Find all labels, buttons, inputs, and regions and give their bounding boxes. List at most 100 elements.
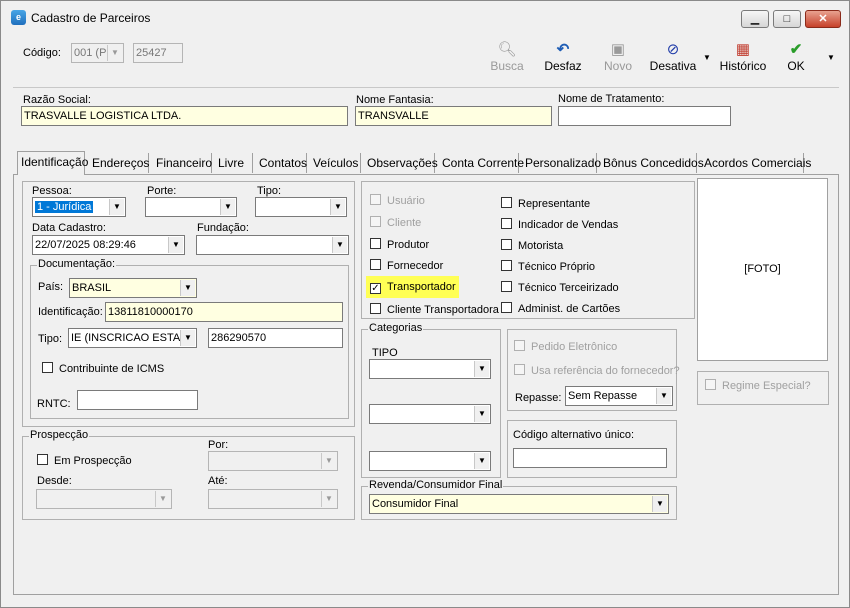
nome-tratamento-input[interactable] [558,106,731,126]
historico-button[interactable]: ▦ Histórico [719,41,767,73]
tab-livre[interactable]: Livre [215,153,253,173]
maximize-button[interactable]: □ [773,10,801,28]
data-cadastro-value: 22/07/2025 08:29:46 [35,239,136,251]
tecnico-proprio-label: Técnico Próprio [518,261,596,273]
minimize-button[interactable]: ▁ [741,10,769,28]
desfaz-label: Desfaz [544,59,582,73]
pedido-eletronico-checkbox[interactable]: Pedido Eletrônico [514,340,617,353]
chevron-down-icon: ▼ [168,237,183,253]
categoria-3-select[interactable]: ▼ [369,451,491,471]
checkbox-icon [370,303,381,314]
window-title: Cadastro de Parceiros [31,11,151,25]
pessoa-select-value: 1 - Jurídica [35,201,94,213]
ok-dropdown-icon[interactable]: ▼ [827,53,835,62]
administ-cartoes-checkbox[interactable]: Administ. de Cartões [501,302,620,315]
revenda-title: Revenda/Consumidor Final [368,479,504,491]
tab-contatos[interactable]: Contatos [256,153,307,173]
chevron-down-icon: ▼ [180,280,195,296]
checkmark-icon: ✔ [789,41,803,58]
desde-label: Desde: [37,475,72,487]
tab-identificacao[interactable]: Identificação [17,151,88,175]
indicador-vendas-checkbox[interactable]: Indicador de Vendas [501,218,618,231]
usuario-label: Usuário [387,195,425,207]
representante-label: Representante [518,198,591,210]
undo-icon: ↶ [556,41,570,58]
repasse-label: Repasse: [515,392,562,404]
tab-bonus-concedidos[interactable]: Bônus Concedidos [600,153,704,173]
inscricao-estadual-input[interactable]: 286290570 [208,328,343,348]
tipo-doc-select[interactable]: IE (INSCRICAO ESTAD ▼ [68,328,197,348]
nome-tratamento-label: Nome de Tratamento: [558,93,665,105]
busca-button[interactable]: 🔍︎ Busca [489,41,525,73]
checkbox-icon [501,260,512,271]
usa-referencia-label: Usa referência do fornecedor? [531,365,680,377]
busca-label: Busca [490,59,524,73]
transportador-checkbox[interactable]: ✓ Transportador [370,281,456,294]
tipo-select[interactable]: ▼ [255,197,347,217]
tab-veiculos[interactable]: Veículos [310,153,361,173]
fundacao-select[interactable]: ▼ [196,235,349,255]
categoria-2-select[interactable]: ▼ [369,404,491,424]
regime-especial-checkbox[interactable]: Regime Especial? [705,379,811,392]
fornecedor-checkbox[interactable]: Fornecedor [370,259,443,272]
ok-label: OK [787,59,805,73]
close-button[interactable]: ✕ [805,10,841,28]
ate-select[interactable]: ▼ [208,489,338,509]
usuario-checkbox[interactable]: Usuário [370,194,425,207]
codigo-input[interactable]: 25427 [133,43,183,63]
por-select[interactable]: ▼ [208,451,338,471]
representante-checkbox[interactable]: Representante [501,197,590,210]
repasse-select[interactable]: Sem Repasse ▼ [565,386,673,406]
em-prospeccao-checkbox[interactable]: Em Prospecção [37,454,132,467]
desfaz-button[interactable]: ↶ Desfaz [543,41,583,73]
checkbox-icon [501,302,512,313]
pais-label: País: [38,281,64,293]
revenda-select[interactable]: Consumidor Final ▼ [369,494,669,514]
data-cadastro-select[interactable]: 22/07/2025 08:29:46 ▼ [32,235,185,255]
rntc-input[interactable] [77,390,198,410]
pessoa-select[interactable]: 1 - Jurídica ▼ [32,197,126,217]
em-prospeccao-label: Em Prospecção [54,455,132,467]
tab-enderecos[interactable]: Endereços [89,153,149,173]
novo-button[interactable]: ▣ Novo [601,41,635,73]
checkbox-icon [514,364,525,375]
categoria-tipo-select[interactable]: ▼ [369,359,491,379]
cliente-checkbox[interactable]: Cliente [370,216,421,229]
tab-financeiro[interactable]: Financeiro [153,153,212,173]
contribuinte-icms-label: Contribuinte de ICMS [59,363,165,375]
chevron-down-icon: ▼ [652,496,667,512]
desativa-button[interactable]: ⊘ Desativa [649,41,697,73]
categorias-title: Categorias [368,322,424,334]
desativa-dropdown-icon[interactable]: ▼ [703,53,711,62]
produtor-checkbox[interactable]: Produtor [370,238,429,251]
identificacao-input[interactable]: 13811810000170 [105,302,343,322]
nome-fantasia-input[interactable]: TRANSVALLE [355,106,552,126]
desde-select[interactable]: ▼ [36,489,172,509]
contribuinte-icms-checkbox[interactable]: Contribuinte de ICMS [42,362,164,375]
foto-placeholder: [FOTO] [744,263,781,275]
codigo-alternativo-input[interactable] [513,448,667,468]
tab-conta-corrente[interactable]: Conta Corrente [439,153,524,173]
ok-button[interactable]: ✔ OK [781,41,811,73]
tecnico-terceirizado-checkbox[interactable]: Técnico Terceirizado [501,281,619,294]
motorista-checkbox[interactable]: Motorista [501,239,563,252]
codigo-select[interactable]: 001 (PI ▼ [71,43,124,63]
tecnico-proprio-checkbox[interactable]: Técnico Próprio [501,260,595,273]
chevron-down-icon: ▼ [109,199,124,215]
main-window: e Cadastro de Parceiros ▁ □ ✕ Código: 00… [0,0,850,608]
codigo-alternativo-label: Código alternativo único: [513,429,635,441]
tab-observacoes[interactable]: Observações [364,153,438,173]
pais-select[interactable]: BRASIL ▼ [69,278,197,298]
razao-social-input[interactable]: TRASVALLE LOGISTICA LTDA. [21,106,348,126]
chevron-down-icon: ▼ [474,406,489,422]
cliente-transportadora-checkbox[interactable]: Cliente Transportadora [370,303,499,316]
codigo-select-value: 001 (PI [74,47,110,59]
usa-referencia-checkbox[interactable]: Usa referência do fornecedor? [514,364,680,377]
codigo-label: Código: [23,47,61,59]
tab-personalizado[interactable]: Personalizado [522,153,601,173]
new-document-icon: ▣ [610,41,626,58]
tab-acordos-comerciais[interactable]: Acordos Comerciais [701,153,811,173]
chevron-down-icon: ▼ [330,199,345,215]
porte-select[interactable]: ▼ [145,197,237,217]
foto-box[interactable]: [FOTO] [697,178,828,361]
